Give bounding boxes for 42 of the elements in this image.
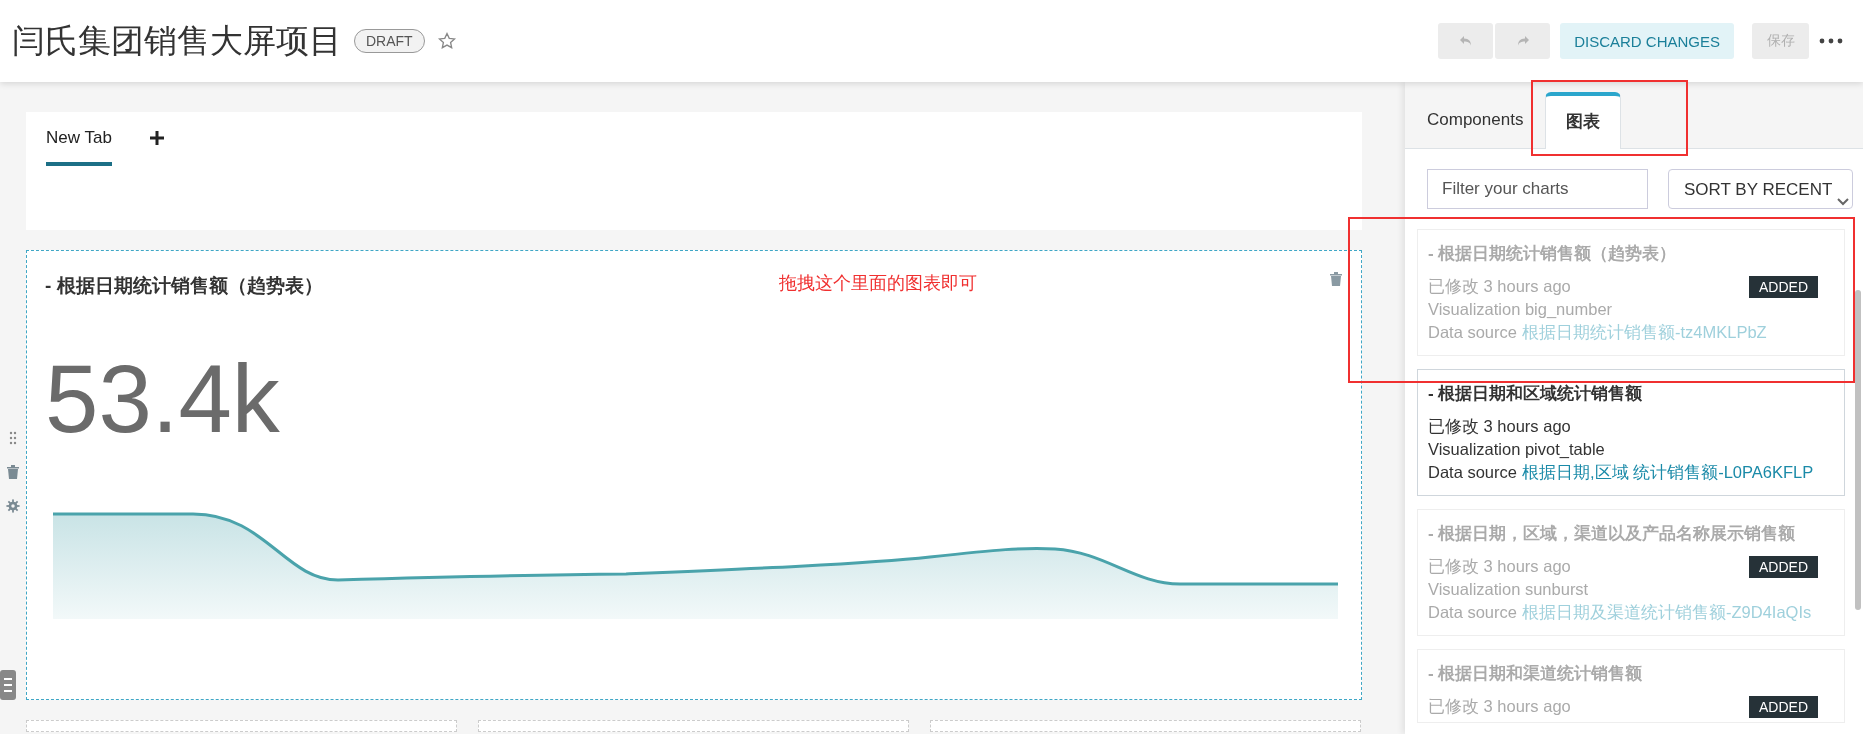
add-tab-icon[interactable] — [149, 131, 164, 145]
status-badge: DRAFT — [354, 29, 425, 53]
star-icon[interactable] — [436, 31, 457, 51]
data-source-label: Data source — [1428, 463, 1517, 481]
chart-title: - 根据日期统计销售额（趋势表） — [45, 274, 323, 298]
settings-icon[interactable] — [6, 498, 20, 514]
added-badge: ADDED — [1749, 275, 1818, 298]
modified-text: 已修改 3 hours ago — [1428, 556, 1571, 577]
modified-text: 已修改 3 hours ago — [1428, 276, 1571, 297]
chart-list-card[interactable]: - 根据日期，区域，渠道以及产品名称展示销售额 已修改 3 hours ago ADDED Visualization sunburst Data source 根据日期及渠道统计销售额-Z9D4IaQIs — [1417, 509, 1845, 636]
visualization-text: Visualization sunburst — [1428, 579, 1589, 600]
visualization-text: Visualization big_number — [1428, 299, 1613, 320]
chart-list-card[interactable]: - 根据日期和区域统计销售额 已修改 3 hours ago Visualization pivot_table Data source 根据日期,区域 统计销售额-L0PA6KFLP — [1417, 369, 1845, 496]
chart-list-title: - 根据日期和区域统计销售额 — [1428, 383, 1644, 405]
annotation-text: 拖拽这个里面的图表即可 — [778, 272, 977, 295]
dashboard-title: 闫氏集团销售大屏项目 — [12, 20, 342, 61]
trash-icon[interactable] — [6, 464, 20, 480]
panel-tab[interactable]: Components — [1427, 110, 1524, 148]
trash-icon[interactable] — [1329, 271, 1343, 287]
modified-text: 已修改 3 hours ago — [1428, 696, 1571, 717]
modified-text: 已修改 3 hours ago — [1428, 416, 1571, 437]
menu-icon[interactable] — [0, 670, 16, 700]
sort-dropdown[interactable]: SORT BY RECENT — [1668, 169, 1853, 209]
big-number: 53.4k — [45, 351, 280, 447]
chart-list-title: - 根据日期，区域，渠道以及产品名称展示销售额 — [1428, 523, 1797, 545]
data-source-label: Data source — [1428, 603, 1517, 621]
chart-list-card[interactable]: - 根据日期和渠道统计销售额 已修改 3 hours ago ADDED — [1417, 649, 1845, 723]
chart-list-card[interactable]: - 根据日期统计销售额（趋势表） 已修改 3 hours ago ADDED Visualization big_number Data source 根据日期统计销售额-tz4MKLPbZ — [1417, 229, 1845, 356]
chart-list-title: - 根据日期和渠道统计销售额 — [1428, 663, 1644, 685]
chart-list-title: - 根据日期统计销售额（趋势表） — [1428, 243, 1678, 265]
discard-changes-button[interactable]: DISCARD CHANGES — [1560, 23, 1734, 59]
data-source-label: Data source — [1428, 323, 1517, 341]
added-badge: ADDED — [1749, 555, 1818, 578]
visualization-text: Visualization pivot_table — [1428, 439, 1605, 460]
data-source-link[interactable]: 根据日期,区域 统计销售额-L0PA6KFLP — [1521, 463, 1814, 481]
chevron-down-icon — [1837, 198, 1849, 206]
scrollbar[interactable] — [1855, 290, 1861, 610]
filter-input[interactable]: Filter your charts — [1427, 169, 1648, 209]
panel-tab[interactable]: 图表 — [1545, 92, 1622, 149]
dashboard-tab[interactable]: New Tab — [46, 128, 112, 166]
added-badge: ADDED — [1749, 695, 1818, 718]
more-options-icon[interactable] — [1819, 37, 1843, 45]
